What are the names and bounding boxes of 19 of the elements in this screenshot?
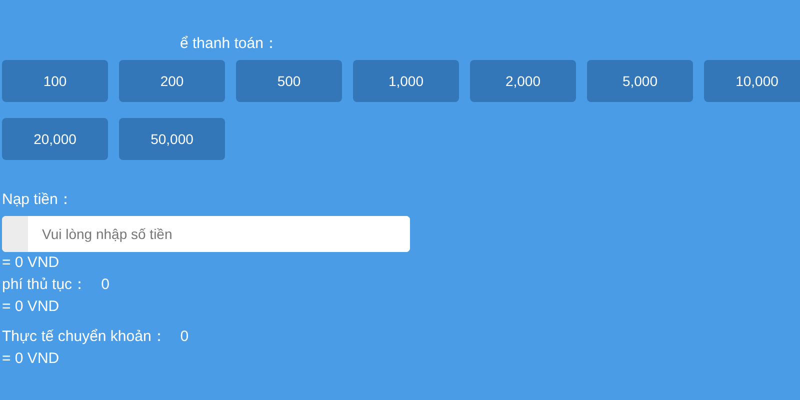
- amount-button[interactable]: 10,000: [704, 60, 800, 102]
- fee-value: 0: [101, 275, 110, 295]
- amount-button[interactable]: 20,000: [2, 118, 108, 160]
- deposit-converted: = 0 VND: [2, 253, 60, 273]
- amount-button[interactable]: 100: [2, 60, 108, 102]
- amount-button[interactable]: 2,000: [470, 60, 576, 102]
- actual-converted: = 0 VND: [2, 349, 60, 369]
- fee-label: phí thủ tục：: [2, 275, 88, 295]
- amount-button[interactable]: 5,000: [587, 60, 693, 102]
- amounts-label: ể thanh toán：: [180, 34, 280, 54]
- actual-transfer-label: Thực tế chuyển khoản：: [2, 327, 166, 347]
- amount-button[interactable]: 200: [119, 60, 225, 102]
- fee-converted: = 0 VND: [2, 297, 60, 317]
- amount-button[interactable]: 1,000: [353, 60, 459, 102]
- deposit-label: Nạp tiền：: [2, 190, 74, 210]
- amount-button[interactable]: 500: [236, 60, 342, 102]
- amount-button[interactable]: 50,000: [119, 118, 225, 160]
- actual-transfer-value: 0: [180, 327, 189, 347]
- amount-input-field[interactable]: Vui lòng nhập số tiền: [2, 216, 410, 252]
